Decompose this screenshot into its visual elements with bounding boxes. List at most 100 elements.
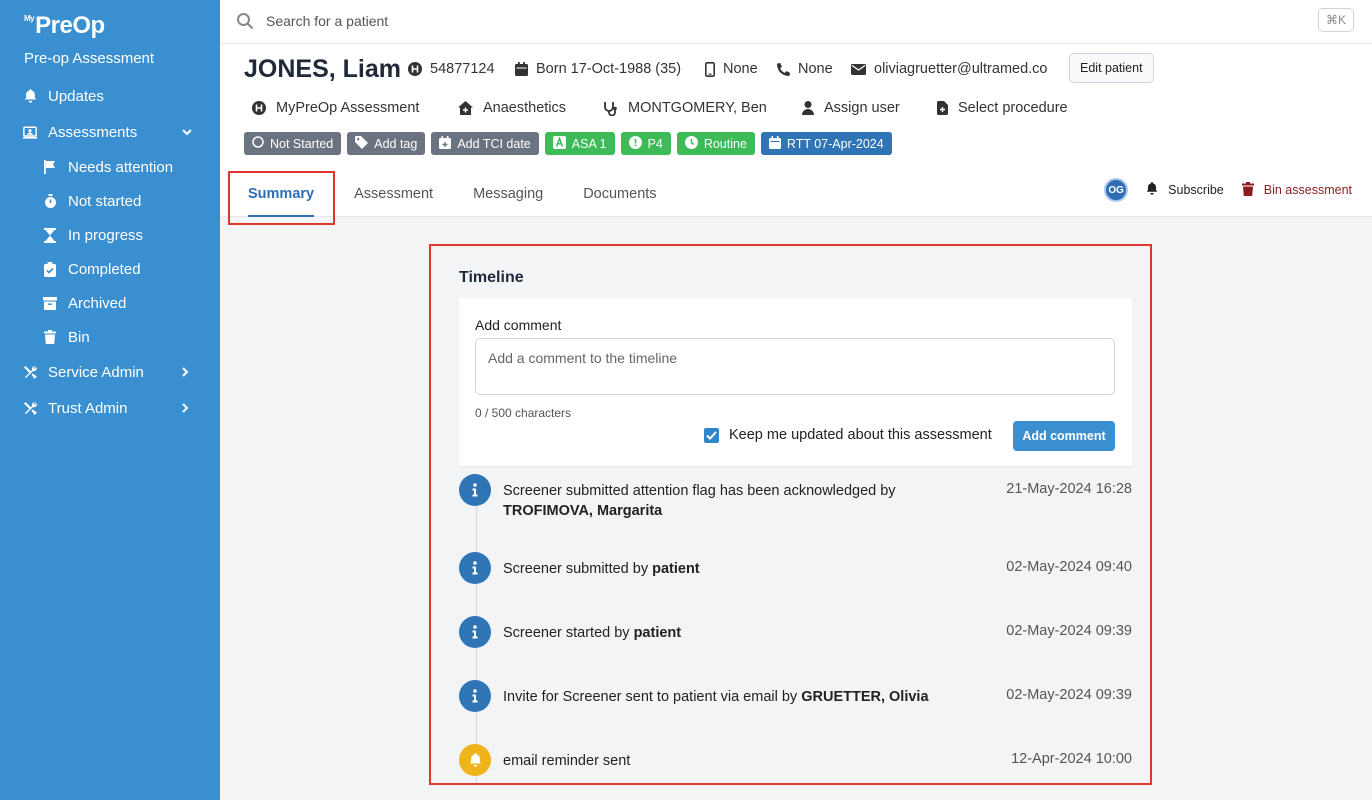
bell-icon (1146, 182, 1158, 198)
chevron-down-icon (182, 127, 192, 137)
info-icon (459, 680, 491, 712)
event-timestamp: 12-Apr-2024 10:00 (1011, 751, 1132, 767)
sidebar-item-archived[interactable]: Archived (0, 286, 220, 320)
patient-email: oliviagruetter@ultramed.co (851, 59, 1048, 79)
sidebar-item-label: Updates (48, 87, 104, 105)
asa-icon (552, 135, 566, 152)
specialty[interactable]: Anaesthetics (458, 98, 566, 118)
hospital-number: 54877124 (408, 59, 495, 79)
timeline-panel: Timeline Add comment 0 / 500 characters … (429, 244, 1152, 785)
event-actor: patient (633, 625, 682, 641)
sidebar-item-completed[interactable]: Completed (0, 252, 220, 286)
calendar-icon (768, 135, 781, 152)
file-plus-icon (937, 101, 948, 115)
rtt-badge[interactable]: RTT 07-Apr-2024 (760, 132, 892, 155)
priority-badge[interactable]: P4 (620, 132, 671, 155)
event-timestamp: 21-May-2024 16:28 (1006, 481, 1132, 497)
exclamation-circle-icon (628, 135, 642, 152)
patient-name: JONES, Liam (244, 55, 401, 83)
tools-icon (22, 400, 38, 416)
phone-icon (777, 62, 790, 76)
event-timestamp: 02-May-2024 09:39 (1006, 687, 1132, 703)
event-actor: TROFIMOVA, Margarita (503, 503, 663, 519)
envelope-icon (851, 63, 866, 75)
sidebar-item-bin[interactable]: Bin (0, 320, 220, 354)
sidebar-item-service-admin[interactable]: Service Admin (0, 354, 220, 390)
tab-summary[interactable]: Summary (228, 170, 334, 217)
sidebar-item-in-progress[interactable]: In progress (0, 218, 220, 252)
event-description: Screener submitted by patient (503, 561, 700, 577)
add-tci-date-button[interactable]: Add TCI date (431, 132, 539, 155)
asa-badge[interactable]: ASA 1 (544, 132, 615, 155)
tools-icon (22, 364, 38, 380)
clinician[interactable]: MONTGOMERY, Ben (604, 98, 767, 118)
add-comment-form: Add comment 0 / 500 characters Keep me u… (459, 298, 1132, 466)
info-icon (459, 474, 491, 506)
patient-header: JONES, Liam 54877124 Born 17-Oct-1988 (3… (220, 44, 1372, 225)
bin-assessment-button[interactable]: Bin assessment (1241, 181, 1352, 199)
tab-documents[interactable]: Documents (563, 170, 676, 217)
trash-icon (42, 329, 58, 345)
chevron-right-icon (182, 367, 192, 377)
subscribe-button[interactable]: Subscribe (1146, 182, 1224, 198)
urgency-badge[interactable]: Routine (676, 132, 755, 155)
tab-bar: Summary Assessment Messaging Documents (228, 170, 677, 217)
house-medical-icon (458, 101, 473, 115)
event-actor: GRUETTER, Olivia (801, 689, 929, 705)
sidebar-item-assessments[interactable]: Assessments (0, 114, 220, 150)
clock-icon (684, 135, 698, 152)
chevron-right-icon (182, 403, 192, 413)
assign-user-button[interactable]: Assign user (802, 98, 900, 118)
top-bar: ⌘K (220, 0, 1372, 44)
sidebar-item-not-started[interactable]: Not started (0, 184, 220, 218)
calendar-icon (515, 62, 528, 76)
sidebar-item-trust-admin[interactable]: Trust Admin (0, 390, 220, 426)
event-actor: patient (652, 561, 700, 577)
mobile-phone-icon (705, 61, 715, 77)
app-logo[interactable]: MyPreOp (24, 12, 105, 40)
tab-assessment[interactable]: Assessment (334, 170, 453, 217)
clipboard-check-icon (42, 261, 58, 277)
date-of-birth: Born 17-Oct-1988 (35) (515, 59, 681, 79)
clipboard-user-icon (22, 124, 38, 140)
tag-bar: Not Started Add tag Add TCI date ASA 1 P… (244, 132, 892, 155)
mobile-number: None (705, 59, 758, 79)
event-description: Screener submitted attention flag has be… (503, 483, 896, 519)
select-procedure-button[interactable]: Select procedure (937, 98, 1068, 118)
bell-icon (459, 744, 491, 776)
info-icon (459, 552, 491, 584)
flag-icon (42, 159, 58, 175)
patient-search-input[interactable] (266, 8, 966, 34)
stethoscope-icon (604, 101, 618, 116)
info-icon (459, 616, 491, 648)
hourglass-icon (42, 227, 58, 243)
trash-icon (1241, 181, 1254, 199)
search-icon (236, 12, 254, 33)
sidebar-item-needs-attention[interactable]: Needs attention (0, 150, 220, 184)
search-shortcut-hint: ⌘K (1318, 8, 1354, 32)
sidebar-item-label: Assessments (48, 123, 138, 141)
archive-icon (42, 295, 58, 311)
status-badge[interactable]: Not Started (244, 132, 342, 155)
timeline-title: Timeline (459, 269, 524, 286)
keep-updated-toggle[interactable]: Keep me updated about this assessment (704, 427, 992, 443)
stopwatch-icon (42, 193, 58, 209)
assessment-type: MyPreOp Assessment (252, 98, 419, 118)
sidebar-item-updates[interactable]: Updates (0, 78, 220, 114)
add-tag-button[interactable]: Add tag (347, 132, 426, 155)
assessment-actions: OG Subscribe Bin assessment (1104, 178, 1352, 202)
avatar[interactable]: OG (1104, 178, 1129, 202)
keep-updated-checkbox[interactable] (704, 427, 719, 443)
circle-icon (252, 136, 264, 151)
event-description: email reminder sent (503, 753, 631, 769)
hospital-icon (252, 101, 266, 115)
calendar-plus-icon (439, 135, 452, 152)
add-comment-button[interactable]: Add comment (1013, 421, 1115, 451)
bell-icon (22, 88, 38, 104)
comment-input[interactable] (475, 338, 1115, 395)
sidebar-nav: Updates Assessments Needs attention Not … (0, 78, 220, 426)
tag-icon (355, 135, 369, 152)
edit-patient-button[interactable]: Edit patient (1069, 53, 1154, 83)
event-timestamp: 02-May-2024 09:40 (1006, 559, 1132, 575)
tab-messaging[interactable]: Messaging (453, 170, 563, 217)
